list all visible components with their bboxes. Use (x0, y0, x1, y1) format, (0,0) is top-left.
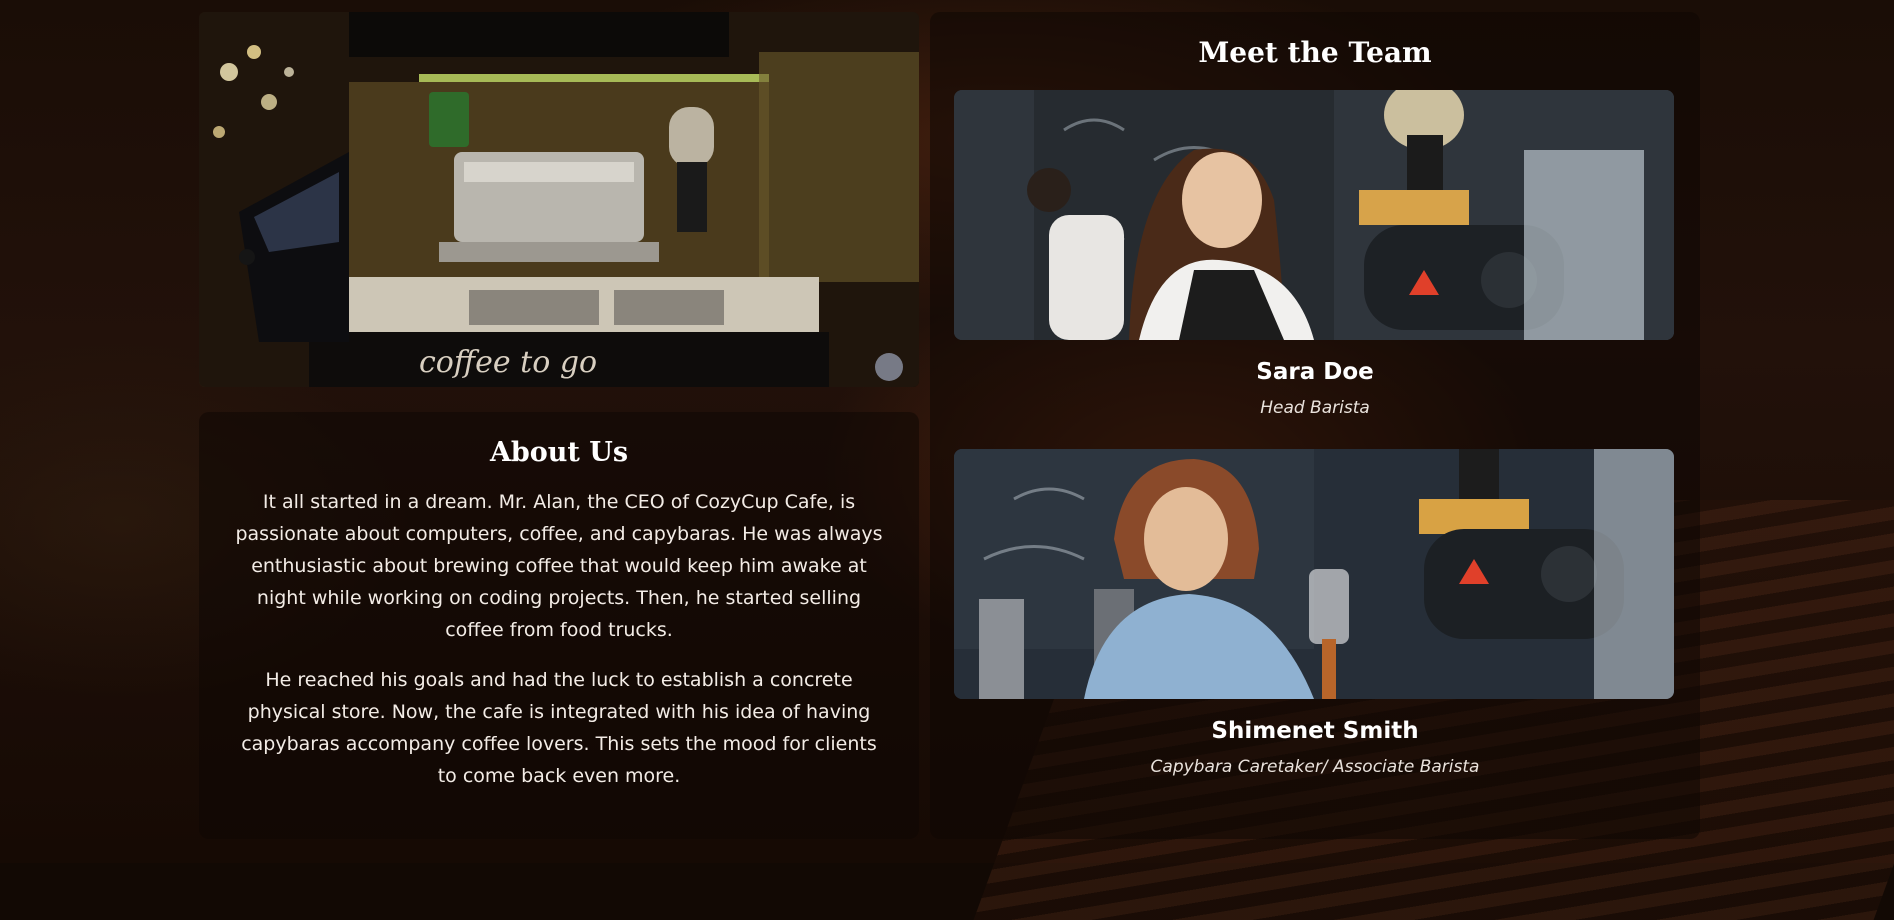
about-paragraph-2: He reached his goals and had the luck to… (241, 669, 877, 787)
team-member-role: Head Barista (1260, 398, 1370, 418)
about-us-panel: About Us It all started in a dream. Mr. … (199, 412, 919, 839)
about-us-heading: About Us (489, 437, 629, 468)
team-member-role: Capybara Caretaker/ Associate Barista (1150, 757, 1480, 777)
team-member-photo-sara (954, 90, 1674, 340)
team-heading: Meet the Team (1198, 36, 1432, 69)
team-member-photo-shimenet (954, 449, 1674, 699)
meet-the-team-panel: Meet the Team Sara Doe Head Barista Shim… (930, 12, 1700, 839)
team-member-name: Sara Doe (1256, 359, 1374, 385)
barista-photo-illustration (954, 449, 1674, 699)
barista-photo-illustration (954, 90, 1674, 340)
about-paragraph-1: It all started in a dream. Mr. Alan, the… (235, 491, 883, 641)
coffee-truck-photo: coffee to go (199, 12, 919, 387)
coffee-to-go-sign: coffee to go (419, 345, 597, 380)
coffee-truck-illustration: coffee to go (199, 12, 919, 387)
team-member-name: Shimenet Smith (1211, 718, 1419, 744)
